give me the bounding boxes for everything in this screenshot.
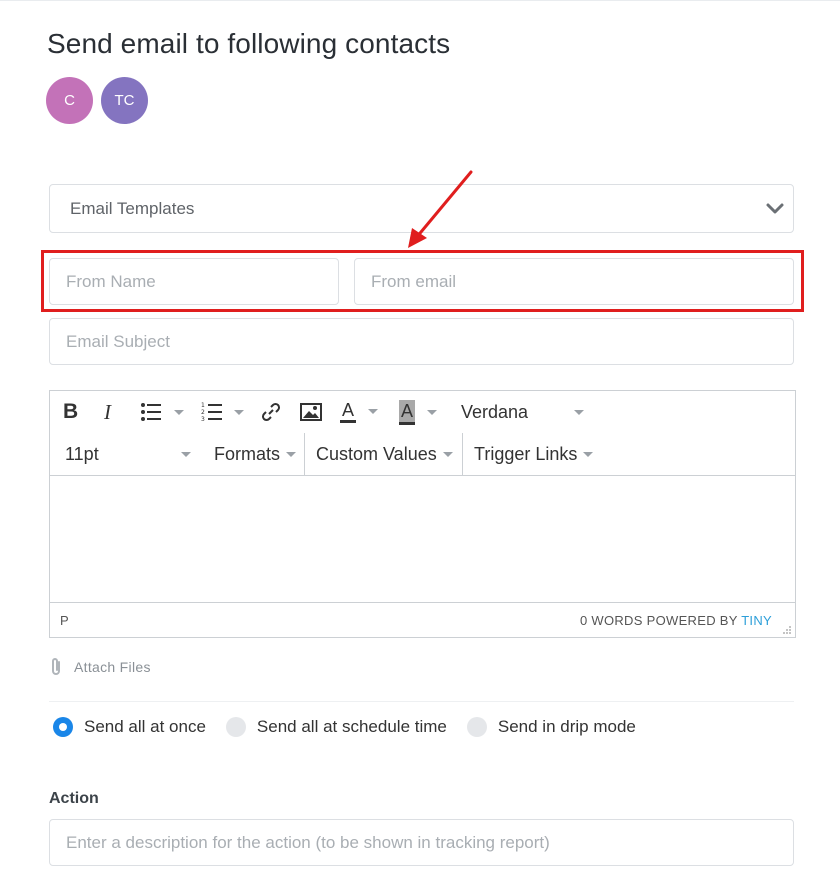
bullet-list-icon bbox=[141, 403, 161, 421]
trigger-links-label: Trigger Links bbox=[474, 444, 578, 464]
font-size-select[interactable]: 11pt bbox=[65, 444, 191, 465]
caret-down-icon bbox=[583, 452, 594, 457]
caret-down-icon bbox=[174, 409, 184, 415]
attach-files-label: Attach Files bbox=[74, 659, 151, 675]
avatar-initials: C bbox=[64, 92, 75, 109]
numbered-list-button[interactable]: 1 2 3 bbox=[201, 401, 244, 423]
email-subject-input[interactable] bbox=[66, 319, 793, 364]
text-color-button[interactable]: A bbox=[340, 400, 379, 423]
bold-button[interactable]: B bbox=[63, 400, 78, 424]
caret-down-icon bbox=[442, 452, 453, 457]
font-size-value: 11pt bbox=[65, 444, 99, 464]
word-count: 0 WORDS POWERED BY TINY bbox=[580, 613, 772, 628]
element-path: P bbox=[60, 613, 69, 628]
email-subject-field[interactable] bbox=[49, 318, 794, 365]
editor-content-area[interactable] bbox=[50, 477, 795, 602]
send-all-at-once-option[interactable]: Send all at once bbox=[53, 717, 206, 737]
formats-label: Formats bbox=[214, 444, 281, 464]
svg-text:1: 1 bbox=[201, 402, 205, 409]
font-family-select[interactable]: Verdana bbox=[461, 402, 584, 423]
chevron-down-icon bbox=[766, 203, 784, 214]
caret-down-icon bbox=[181, 452, 191, 457]
action-description-input[interactable] bbox=[66, 820, 793, 865]
rich-text-editor: B I 1 2 3 A A Verdana 11pt Formats Custo… bbox=[49, 390, 796, 638]
page-title: Send email to following contacts bbox=[47, 28, 451, 59]
formats-menu[interactable]: Formats bbox=[214, 444, 297, 465]
highlight-box-annotation bbox=[41, 250, 804, 312]
editor-status-bar: P 0 WORDS POWERED BY TINY bbox=[50, 602, 795, 638]
background-color-button[interactable]: A bbox=[399, 400, 438, 425]
top-divider bbox=[0, 0, 840, 1]
text-color-icon: A bbox=[340, 400, 357, 423]
avatar[interactable]: C bbox=[46, 77, 93, 124]
section-divider bbox=[49, 701, 794, 702]
radio-button[interactable] bbox=[225, 717, 246, 737]
email-templates-label: Email Templates bbox=[70, 198, 195, 218]
action-description-field[interactable] bbox=[49, 819, 794, 866]
caret-down-icon bbox=[368, 409, 379, 414]
caret-down-icon bbox=[574, 410, 584, 415]
bullet-list-button[interactable] bbox=[140, 402, 184, 422]
editor-toolbar-row-1: B I 1 2 3 A A Verdana bbox=[50, 391, 795, 433]
action-label: Action bbox=[49, 790, 99, 807]
send-all-at-once-label: Send all at once bbox=[84, 717, 206, 736]
trigger-links-menu[interactable]: Trigger Links bbox=[474, 444, 594, 465]
send-drip-mode-label: Send in drip mode bbox=[497, 717, 636, 736]
send-drip-mode-option[interactable]: Send in drip mode bbox=[466, 717, 636, 737]
avatar[interactable]: TC bbox=[101, 77, 148, 124]
link-icon bbox=[261, 402, 281, 422]
editor-toolbar-row-2: 11pt Formats Custom Values Trigger Links bbox=[50, 433, 795, 476]
attach-files-button[interactable]: Attach Files bbox=[49, 657, 151, 677]
italic-button[interactable]: I bbox=[104, 400, 111, 425]
tiny-link[interactable]: TINY bbox=[741, 613, 772, 628]
insert-image-button[interactable] bbox=[300, 402, 322, 422]
bold-label: B bbox=[63, 400, 79, 423]
radio-button[interactable] bbox=[466, 717, 487, 737]
resize-grip-icon[interactable] bbox=[782, 625, 792, 635]
numbered-list-icon: 1 2 3 bbox=[201, 402, 222, 423]
caret-down-icon bbox=[286, 452, 297, 457]
background-color-icon: A bbox=[399, 400, 416, 425]
toolbar-separator bbox=[462, 433, 463, 476]
send-at-schedule-option[interactable]: Send all at schedule time bbox=[225, 717, 447, 737]
font-family-value: Verdana bbox=[461, 402, 529, 422]
svg-text:3: 3 bbox=[201, 416, 205, 423]
radio-button-selected[interactable] bbox=[53, 717, 73, 737]
word-count-text: 0 WORDS POWERED BY bbox=[579, 613, 742, 628]
custom-values-label: Custom Values bbox=[316, 444, 437, 464]
caret-down-icon bbox=[234, 409, 244, 415]
paperclip-icon bbox=[52, 658, 60, 675]
avatar-initials: TC bbox=[114, 92, 135, 109]
send-mode-radio-group: Send all at once Send all at schedule ti… bbox=[53, 715, 656, 739]
send-at-schedule-label: Send all at schedule time bbox=[256, 717, 447, 736]
caret-down-icon bbox=[427, 410, 438, 415]
image-icon bbox=[300, 403, 322, 421]
insert-link-button[interactable] bbox=[260, 401, 282, 423]
italic-label: I bbox=[104, 400, 111, 424]
toolbar-separator bbox=[304, 433, 305, 476]
svg-text:2: 2 bbox=[201, 409, 205, 416]
red-arrow-annotation bbox=[408, 170, 473, 248]
custom-values-menu[interactable]: Custom Values bbox=[316, 444, 453, 465]
